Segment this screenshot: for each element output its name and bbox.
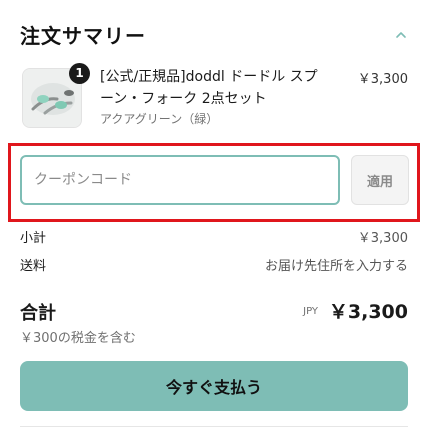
coupon-highlight-box: 適用 (8, 143, 420, 222)
tax-note: ￥300の税金を含む (20, 331, 136, 346)
divider (20, 426, 408, 427)
order-summary-header[interactable]: 注文サマリー (20, 22, 410, 52)
order-summary-title: 注文サマリー (20, 24, 146, 48)
product-name: [公式/正規品]doddl ドードル スプーン・フォーク 2点セット (100, 69, 318, 107)
shipping-label: 送料 (20, 259, 47, 274)
shipping-value: お届け先住所を入力する (264, 259, 408, 274)
subtotal-value: ￥3,300 (357, 231, 408, 246)
total-label: 合計 (20, 303, 56, 324)
total-row: 合計 JPY ￥3,300 (20, 297, 408, 327)
total-amount: ￥3,300 (328, 301, 408, 323)
product-price: ￥3,300 (357, 72, 408, 87)
quantity-badge: 1 (69, 63, 90, 84)
product-variant: アクアグリーン（緑） (100, 112, 219, 126)
pay-now-button[interactable]: 今すぐ支払う (20, 361, 408, 411)
chevron-up-icon[interactable] (394, 28, 408, 42)
subtotal-label: 小計 (20, 231, 47, 246)
apply-coupon-button[interactable]: 適用 (351, 155, 409, 205)
total-currency: JPY (303, 306, 318, 317)
line-item: 1 [公式/正規品]doddl ドードル スプーン・フォーク 2点セット アクア… (20, 63, 410, 132)
coupon-code-input[interactable] (20, 155, 340, 205)
